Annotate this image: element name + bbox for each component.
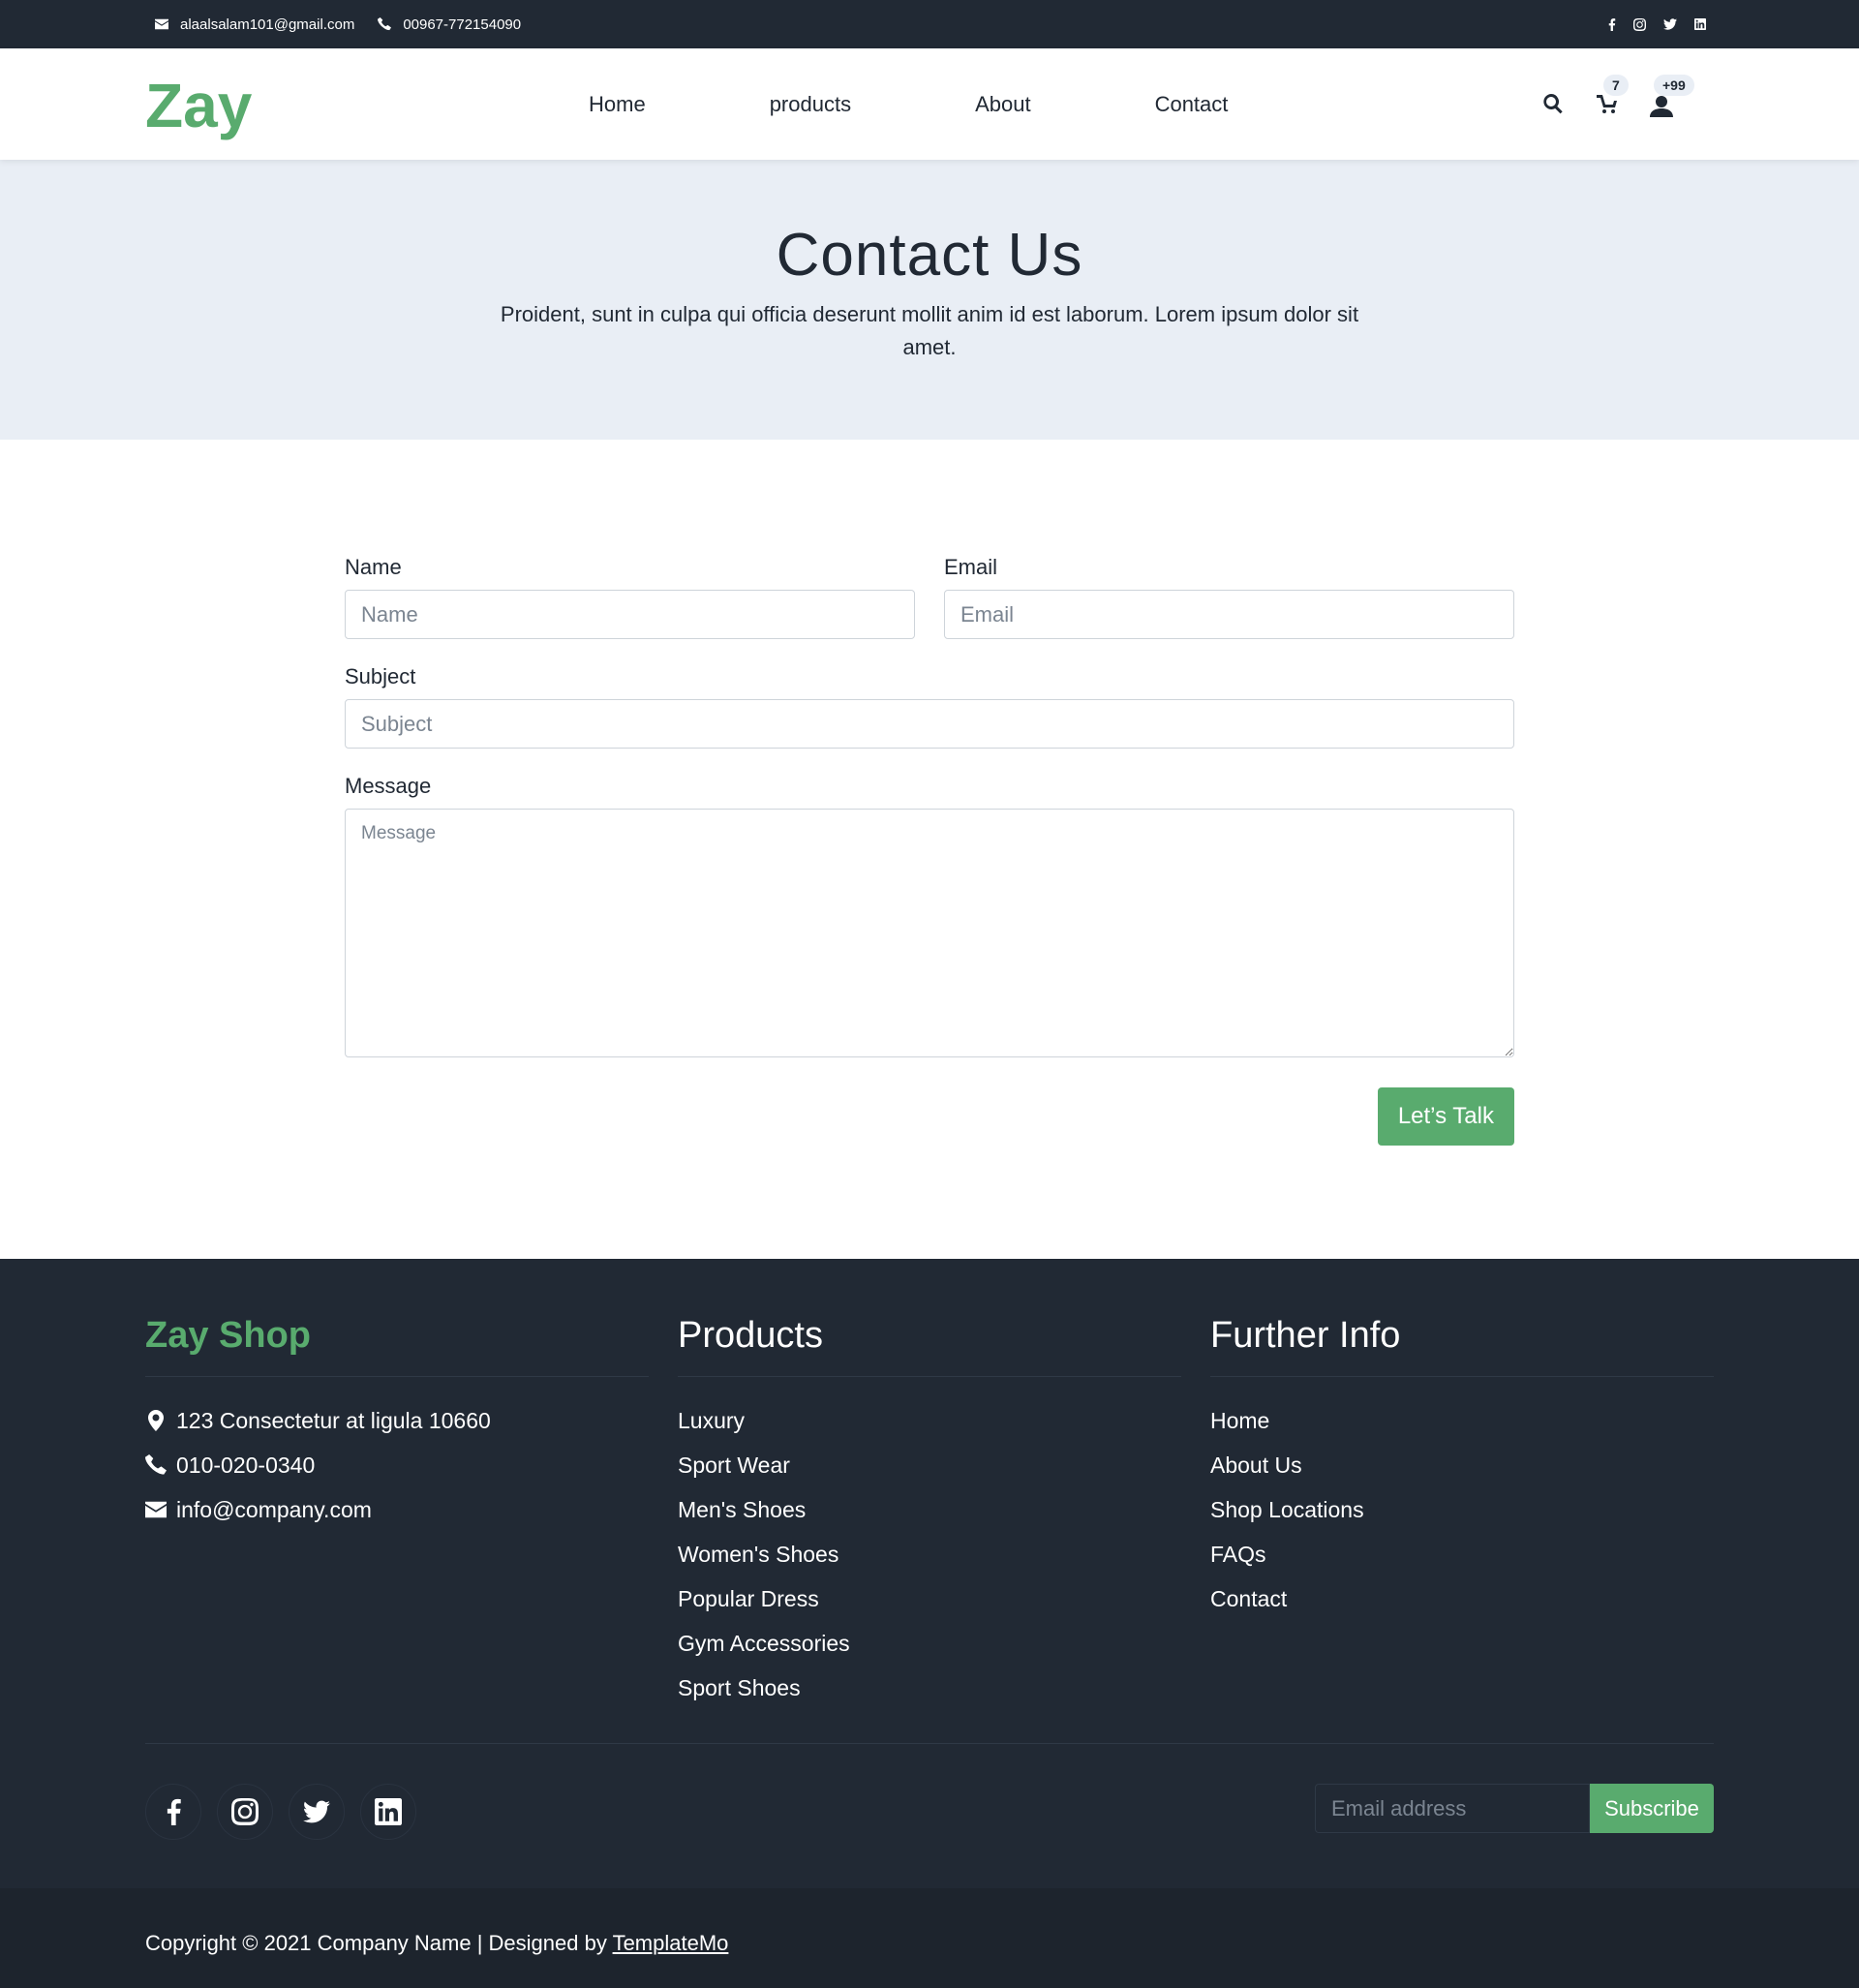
nav-link-home[interactable]: Home [589, 92, 646, 117]
cart-button[interactable]: 7 [1596, 74, 1629, 117]
facebook-icon [167, 1798, 181, 1825]
twitter-icon [303, 1800, 330, 1823]
footer-product-link[interactable]: Gym Accessories [678, 1621, 1181, 1666]
footer-product-link[interactable]: Luxury [678, 1398, 1181, 1443]
footer-divider [145, 1743, 1714, 1744]
email-label: Email [944, 555, 998, 579]
subscribe-email-input[interactable] [1315, 1784, 1590, 1833]
name-label: Name [345, 555, 402, 579]
lets-talk-button[interactable]: Let’s Talk [1377, 1087, 1514, 1146]
footer-product-link[interactable]: Sport Wear [678, 1443, 1181, 1487]
footer-facebook-button[interactable] [145, 1784, 201, 1840]
nav-link-about[interactable]: About [975, 92, 1031, 117]
footer-info-link[interactable]: FAQs [1210, 1532, 1714, 1576]
footer-info-link[interactable]: Shop Locations [1210, 1487, 1714, 1532]
linkedin-icon [375, 1798, 402, 1825]
footer-phone[interactable]: 010-020-0340 [145, 1443, 649, 1487]
footer-shop-column: Zay Shop 123 Consectetur at ligula 10660… [145, 1315, 649, 1532]
map-marker-icon [148, 1410, 164, 1431]
message-textarea[interactable] [345, 809, 1514, 1057]
page-subtitle: Proident, sunt in culpa qui officia dese… [500, 302, 1359, 359]
contact-form: Name Email Subject Message Let’s Talk [345, 555, 1514, 1146]
user-count-badge: +99 [1654, 74, 1694, 96]
footer-linkedin-button[interactable] [360, 1784, 416, 1840]
copyright-text: Copyright © 2021 Company Name | Designed… [145, 1931, 613, 1955]
search-button[interactable] [1541, 92, 1567, 117]
footer-info-link[interactable]: About Us [1210, 1443, 1714, 1487]
main-nav: Zay Home products About Contact 7 +99 [0, 48, 1859, 160]
footer-phone-text[interactable]: 010-020-0340 [176, 1443, 315, 1487]
top-email-text[interactable]: alaalsalam101@gmail.com [180, 16, 354, 33]
cart-count-badge: 7 [1603, 74, 1629, 96]
footer-shop-title: Zay Shop [145, 1315, 649, 1377]
top-phone-text[interactable]: 00967-772154090 [403, 16, 521, 33]
footer-product-link[interactable]: Sport Shoes [678, 1666, 1181, 1710]
footer-products-title: Products [678, 1315, 1181, 1377]
twitter-icon[interactable] [1663, 18, 1677, 30]
envelope-icon [145, 1501, 167, 1518]
site-logo[interactable]: Zay [145, 70, 252, 141]
footer-instagram-button[interactable] [217, 1784, 273, 1840]
message-label: Message [345, 774, 432, 798]
top-phone[interactable]: 00967-772154090 [378, 16, 521, 33]
footer-info-link[interactable]: Home [1210, 1398, 1714, 1443]
subscribe-form: Subscribe [1315, 1784, 1714, 1833]
nav-link-products[interactable]: products [770, 92, 851, 117]
contact-hero: Contact Us Proident, sunt in culpa qui o… [0, 160, 1859, 440]
footer-email-text[interactable]: info@company.com [176, 1487, 372, 1532]
email-input[interactable] [944, 590, 1514, 639]
subject-label: Subject [345, 664, 416, 688]
footer: Zay Shop 123 Consectetur at ligula 10660… [0, 1259, 1859, 1988]
footer-socials [145, 1784, 416, 1840]
footer-address: 123 Consectetur at ligula 10660 [145, 1398, 649, 1443]
footer-product-link[interactable]: Women's Shoes [678, 1532, 1181, 1576]
footer-email[interactable]: info@company.com [145, 1487, 649, 1532]
nav-menu: Home products About Contact [589, 48, 1352, 160]
footer-twitter-button[interactable] [289, 1784, 345, 1840]
footer-products-column: Products Luxury Sport Wear Men's Shoes W… [678, 1315, 1181, 1710]
instagram-icon [231, 1798, 259, 1825]
templatemo-link[interactable]: TemplateMo [613, 1931, 729, 1955]
top-bar: alaalsalam101@gmail.com 00967-772154090 [0, 0, 1859, 48]
footer-info-link[interactable]: Contact [1210, 1576, 1714, 1621]
envelope-icon [155, 18, 168, 30]
footer-product-link[interactable]: Men's Shoes [678, 1487, 1181, 1532]
top-email[interactable]: alaalsalam101@gmail.com [155, 16, 354, 33]
subscribe-button[interactable]: Subscribe [1590, 1784, 1714, 1833]
name-input[interactable] [345, 590, 915, 639]
facebook-icon[interactable] [1608, 17, 1616, 31]
linkedin-icon[interactable] [1694, 18, 1706, 30]
phone-icon [145, 1454, 167, 1475]
copyright-bar: Copyright © 2021 Company Name | Designed… [0, 1888, 1859, 1988]
subject-input[interactable] [345, 699, 1514, 749]
search-icon [1543, 93, 1563, 113]
footer-info-column: Further Info Home About Us Shop Location… [1210, 1315, 1714, 1621]
page-title: Contact Us [776, 222, 1083, 289]
footer-address-text: 123 Consectetur at ligula 10660 [176, 1408, 491, 1433]
instagram-icon[interactable] [1633, 17, 1646, 31]
user-button[interactable]: +99 [1650, 74, 1694, 117]
footer-info-title: Further Info [1210, 1315, 1714, 1377]
nav-link-contact[interactable]: Contact [1155, 92, 1229, 117]
phone-icon [378, 17, 392, 31]
copyright-text-wrapper: Copyright © 2021 Company Name | Designed… [145, 1931, 728, 1956]
footer-product-link[interactable]: Popular Dress [678, 1576, 1181, 1621]
